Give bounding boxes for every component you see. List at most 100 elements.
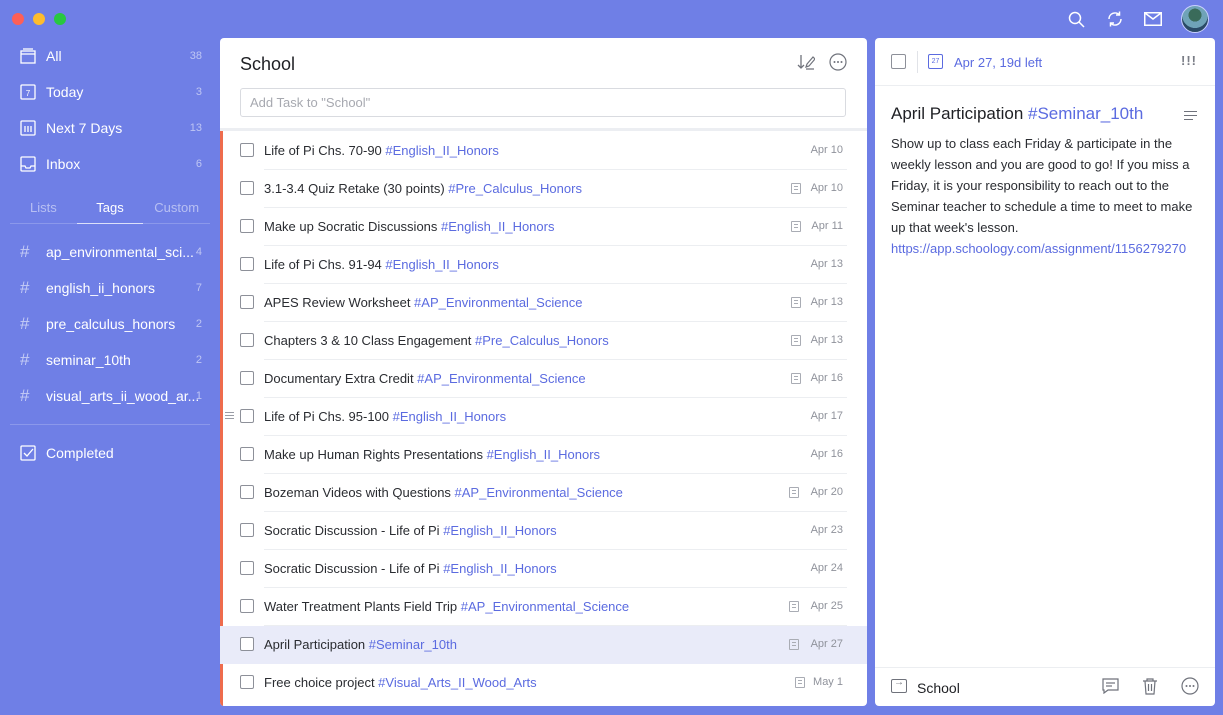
sidebar-item-completed[interactable]: Completed [0,435,212,471]
assignment-link[interactable]: https://app.schoology.com/assignment/115… [891,241,1186,256]
task-checkbox[interactable] [240,143,254,157]
task-title: APES Review Worksheet #AP_Environmental_… [264,295,583,310]
detail-tag[interactable]: #Seminar_10th [1028,104,1143,123]
sidebar-item-inbox[interactable]: Inbox 6 [0,146,212,182]
task-checkbox[interactable] [240,219,254,233]
title-bar [0,0,1223,38]
task-tag[interactable]: #English_II_Honors [393,409,506,424]
more-icon[interactable] [829,53,847,71]
tab-tags[interactable]: Tags [76,198,144,224]
task-tag[interactable]: #English_II_Honors [441,219,554,234]
add-task-input[interactable] [240,88,846,117]
move-to-list-icon[interactable] [891,677,907,693]
task-checkbox[interactable] [240,371,254,385]
task-checkbox[interactable] [240,637,254,651]
detail-description[interactable]: Show up to class each Friday & participa… [891,133,1201,259]
search-icon[interactable] [1066,9,1086,29]
task-tag[interactable]: #English_II_Honors [385,257,498,272]
task-checkbox[interactable] [240,523,254,537]
note-icon [789,601,799,612]
sidebar-tag-item[interactable]: # pre_calculus_honors 2 [0,306,212,342]
task-tag[interactable]: #English_II_Honors [487,447,600,462]
sidebar-tag-item[interactable]: # visual_arts_ii_wood_ar... 1 [0,378,212,414]
task-tag[interactable]: #AP_Environmental_Science [461,599,629,614]
task-checkbox[interactable] [240,257,254,271]
task-checkbox[interactable] [240,599,254,613]
sort-icon[interactable] [797,53,815,71]
task-due-date: Apr 13 [810,296,843,308]
task-row[interactable]: Free choice project #Visual_Arts_II_Wood… [220,664,867,702]
task-tag[interactable]: #AP_Environmental_Science [414,295,582,310]
task-row[interactable]: Documentary Extra Credit #AP_Environment… [220,360,867,398]
note-icon [795,677,805,688]
minimize-window-button[interactable] [33,13,45,25]
sidebar-item-today[interactable]: 7 Today 3 [0,74,212,110]
task-title: Documentary Extra Credit #AP_Environment… [264,371,586,386]
more-icon[interactable] [1181,677,1199,695]
sidebar-item-count: 4 [195,246,202,258]
sync-icon[interactable] [1105,9,1125,29]
task-row[interactable]: Life of Pi Chs. 95-100 #English_II_Honor… [220,398,867,436]
task-checkbox[interactable] [240,409,254,423]
description-mode-icon[interactable] [1184,111,1197,121]
task-row[interactable]: Make up Human Rights Presentations #Engl… [220,436,867,474]
task-checkbox[interactable] [240,485,254,499]
mail-icon[interactable] [1143,9,1163,29]
detail-title[interactable]: April Participation #Seminar_10th [891,104,1143,124]
task-tag[interactable]: #Pre_Calculus_Honors [475,333,609,348]
task-row[interactable]: 3.1-3.4 Quiz Retake (30 points) #Pre_Cal… [220,170,867,208]
task-row[interactable]: Socratic Discussion - Life of Pi #Englis… [220,550,867,588]
task-row[interactable]: Chapters 3 & 10 Class Engagement #Pre_Ca… [220,322,867,360]
detail-checkbox[interactable] [891,54,906,69]
task-row[interactable]: APES Review Worksheet #AP_Environmental_… [220,284,867,322]
task-checkbox[interactable] [240,675,254,689]
sidebar-tag-item[interactable]: # seminar_10th 2 [0,342,212,378]
sidebar-tag-item[interactable]: # ap_environmental_sci... 4 [0,234,212,270]
calendar-week-icon [19,119,37,137]
due-date-button[interactable]: Apr 27, 19d left [954,55,1042,70]
sidebar-item-all[interactable]: All 38 [0,38,212,74]
task-tag[interactable]: #English_II_Honors [443,523,556,538]
sidebar-tabs: Lists Tags Custom [10,198,210,224]
task-row[interactable]: Bozeman Videos with Questions #AP_Enviro… [220,474,867,512]
task-tag[interactable]: #Seminar_10th [369,637,457,652]
drag-handle-icon[interactable] [225,412,234,420]
note-icon [791,373,801,384]
tab-custom[interactable]: Custom [143,198,210,224]
sidebar-item-label: english_ii_honors [46,280,155,296]
tab-lists[interactable]: Lists [10,198,77,224]
task-checkbox[interactable] [240,447,254,461]
close-window-button[interactable] [12,13,24,25]
task-checkbox[interactable] [240,181,254,195]
task-checkbox[interactable] [240,561,254,575]
task-row[interactable]: Water Treatment Plants Field Trip #AP_En… [220,588,867,626]
sidebar-tag-item[interactable]: # english_ii_honors 7 [0,270,212,306]
task-row-selected[interactable]: April Participation #Seminar_10th Apr 27 [220,626,867,664]
task-row[interactable]: Make up Socratic Discussions #English_II… [220,208,867,246]
task-due-date: Apr 16 [810,372,843,384]
priority-button[interactable]: !!! [1181,53,1197,68]
comment-icon[interactable] [1101,677,1119,695]
task-tag[interactable]: #AP_Environmental_Science [417,371,585,386]
trash-icon[interactable] [1141,677,1159,695]
zoom-window-button[interactable] [54,13,66,25]
task-row[interactable]: Life of Pi Chs. 70-90 #English_II_Honors… [220,132,867,170]
task-tag[interactable]: #Visual_Arts_II_Wood_Arts [378,675,537,690]
divider [10,223,210,224]
task-row[interactable]: Life of Pi Chs. 91-94 #English_II_Honors… [220,246,867,284]
avatar[interactable] [1181,5,1209,33]
list-toolbar [797,53,847,71]
task-title: Water Treatment Plants Field Trip #AP_En… [264,599,630,614]
task-checkbox[interactable] [240,333,254,347]
task-tag[interactable]: #AP_Environmental_Science [455,485,623,500]
list-name[interactable]: School [917,680,960,696]
task-due-date: Apr 23 [810,524,843,536]
task-tag[interactable]: #English_II_Honors [443,561,556,576]
task-title: Free choice project #Visual_Arts_II_Wood… [264,675,537,690]
task-row[interactable]: Socratic Discussion - Life of Pi #Englis… [220,512,867,550]
task-checkbox[interactable] [240,295,254,309]
task-tag[interactable]: #Pre_Calculus_Honors [448,181,582,196]
calendar-icon[interactable]: 27 [928,54,943,69]
task-tag[interactable]: #English_II_Honors [385,143,498,158]
sidebar-item-next-7-days[interactable]: Next 7 Days 13 [0,110,212,146]
